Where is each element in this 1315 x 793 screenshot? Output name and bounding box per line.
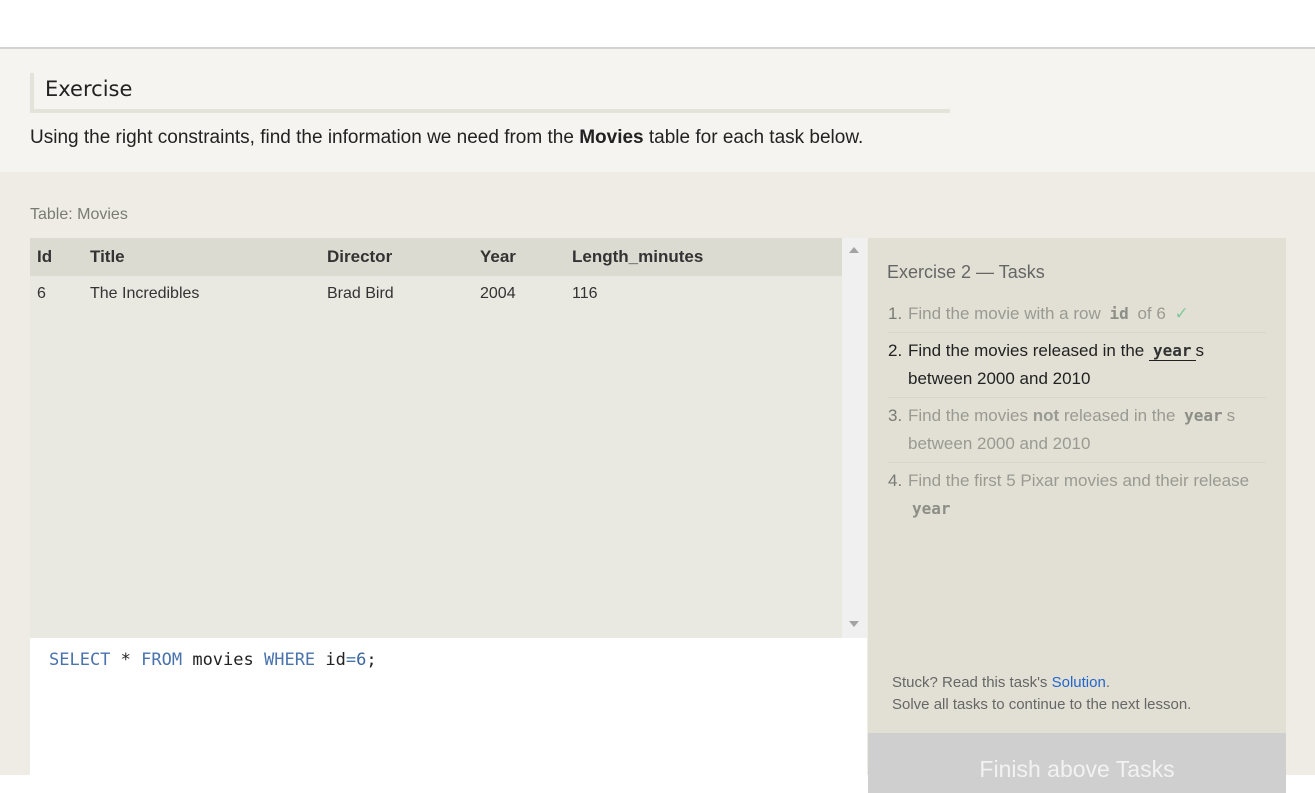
task-text: Find the movies released in the year s be…	[908, 337, 1266, 393]
task-text-part: Find the movies	[908, 406, 1033, 425]
exercise-section: Exercise Using the right constraints, fi…	[0, 49, 1315, 172]
sql-token: ;	[366, 650, 377, 670]
task-item: 2. Find the movies released in the year s …	[888, 333, 1266, 398]
task-list: 1. Find the movie with a row id of 6 ✓ 2. F…	[888, 296, 1266, 527]
top-bar	[0, 0, 1315, 49]
task-number: 4.	[888, 471, 903, 490]
table-row: 6 The Incredibles Brad Bird 2004 116	[30, 276, 842, 312]
table-cell: Brad Bird	[327, 285, 394, 302]
results-table: Id Title Director Year Length_minutes 6 The I…	[30, 238, 842, 312]
column-header: Year	[480, 238, 572, 276]
task-number: 3.	[888, 406, 903, 425]
task-item: 4. Find the first 5 Pixar movies and thei…	[888, 463, 1266, 527]
exercise-title: Exercise	[45, 77, 133, 101]
results-table-panel: Id Title Director Year Length_minutes 6 The I…	[30, 238, 842, 638]
tasks-title: Exercise 2 — Tasks	[887, 262, 1045, 282]
checkmark-icon: ✓	[1174, 304, 1189, 323]
task-code: year	[1148, 341, 1196, 361]
stuck-help: Stuck? Read this task's Solution. Solve …	[892, 672, 1191, 716]
sql-token: movies	[182, 650, 264, 670]
table-label: Table: Movies	[30, 206, 128, 223]
solution-link[interactable]: Solution	[1052, 674, 1106, 691]
intro-table-name: Movies	[579, 127, 644, 148]
sql-token: FROM	[141, 650, 183, 670]
finish-tasks-button[interactable]: Finish above Tasks	[868, 733, 1286, 793]
task-text-part: of 6	[1132, 304, 1171, 323]
sql-token: =	[345, 650, 357, 670]
task-item: 3. Find the movies not released in the ye…	[888, 398, 1266, 463]
sql-token: WHERE	[263, 650, 316, 670]
sql-token: 6	[356, 650, 367, 670]
task-text: Find the first 5 Pixar movies and their …	[908, 467, 1266, 523]
table-scrollbar[interactable]	[842, 238, 867, 638]
tasks-panel: Exercise 2 — Tasks 1. Find the movie with…	[868, 238, 1286, 793]
task-item: 1. Find the movie with a row id of 6 ✓	[888, 296, 1266, 333]
task-text: Find the movie with a row id of 6 ✓	[908, 300, 1266, 328]
table-cell: 116	[572, 285, 598, 302]
exercise-header: Exercise	[30, 73, 950, 113]
exercise-intro: Using the right constraints, find the in…	[30, 127, 863, 149]
task-code: year	[1184, 406, 1223, 425]
sql-token: id	[315, 650, 346, 670]
work-area: Table: Movies Id Title Director Year Length_…	[0, 172, 1315, 793]
scroll-down-arrow-icon[interactable]	[849, 621, 859, 627]
continue-text: Solve all tasks to continue to the next …	[892, 696, 1192, 713]
task-text-part: Find the first 5 Pixar movies and their …	[908, 471, 1250, 490]
table-cell: The Incredibles	[90, 285, 200, 302]
column-header: Length_minutes	[572, 238, 842, 276]
task-number: 2.	[888, 341, 903, 360]
task-text-part: Find the movie with a row	[908, 304, 1106, 323]
stuck-prefix: Stuck? Read this task's	[892, 674, 1052, 691]
intro-text: Using the right constraints, find the in…	[30, 127, 580, 148]
task-code: year	[912, 499, 951, 518]
column-header: Title	[90, 238, 327, 276]
task-code: id	[1109, 304, 1129, 323]
table-cell: 6	[37, 285, 46, 302]
sql-query-text[interactable]: SELECT * FROM movies WHERE id=6;	[49, 650, 377, 670]
sql-token: *	[110, 650, 142, 670]
column-header: Director	[327, 238, 480, 276]
table-cell: 2004	[480, 285, 516, 302]
task-text-part: released in the	[1059, 406, 1181, 425]
task-number: 1.	[888, 304, 903, 323]
table-header-row: Id Title Director Year Length_minutes	[30, 238, 842, 276]
intro-text-end: table for each task below.	[643, 127, 864, 148]
sql-editor[interactable]: SELECT * FROM movies WHERE id=6;	[30, 638, 867, 775]
task-text: Find the movies not released in the year…	[908, 402, 1266, 458]
task-text-part: Find the movies released in the	[908, 341, 1149, 360]
scroll-up-arrow-icon[interactable]	[849, 247, 859, 253]
column-header: Id	[30, 238, 90, 276]
sql-token: SELECT	[49, 650, 111, 670]
task-text-part: not	[1032, 406, 1060, 425]
stuck-suffix: .	[1105, 674, 1110, 691]
